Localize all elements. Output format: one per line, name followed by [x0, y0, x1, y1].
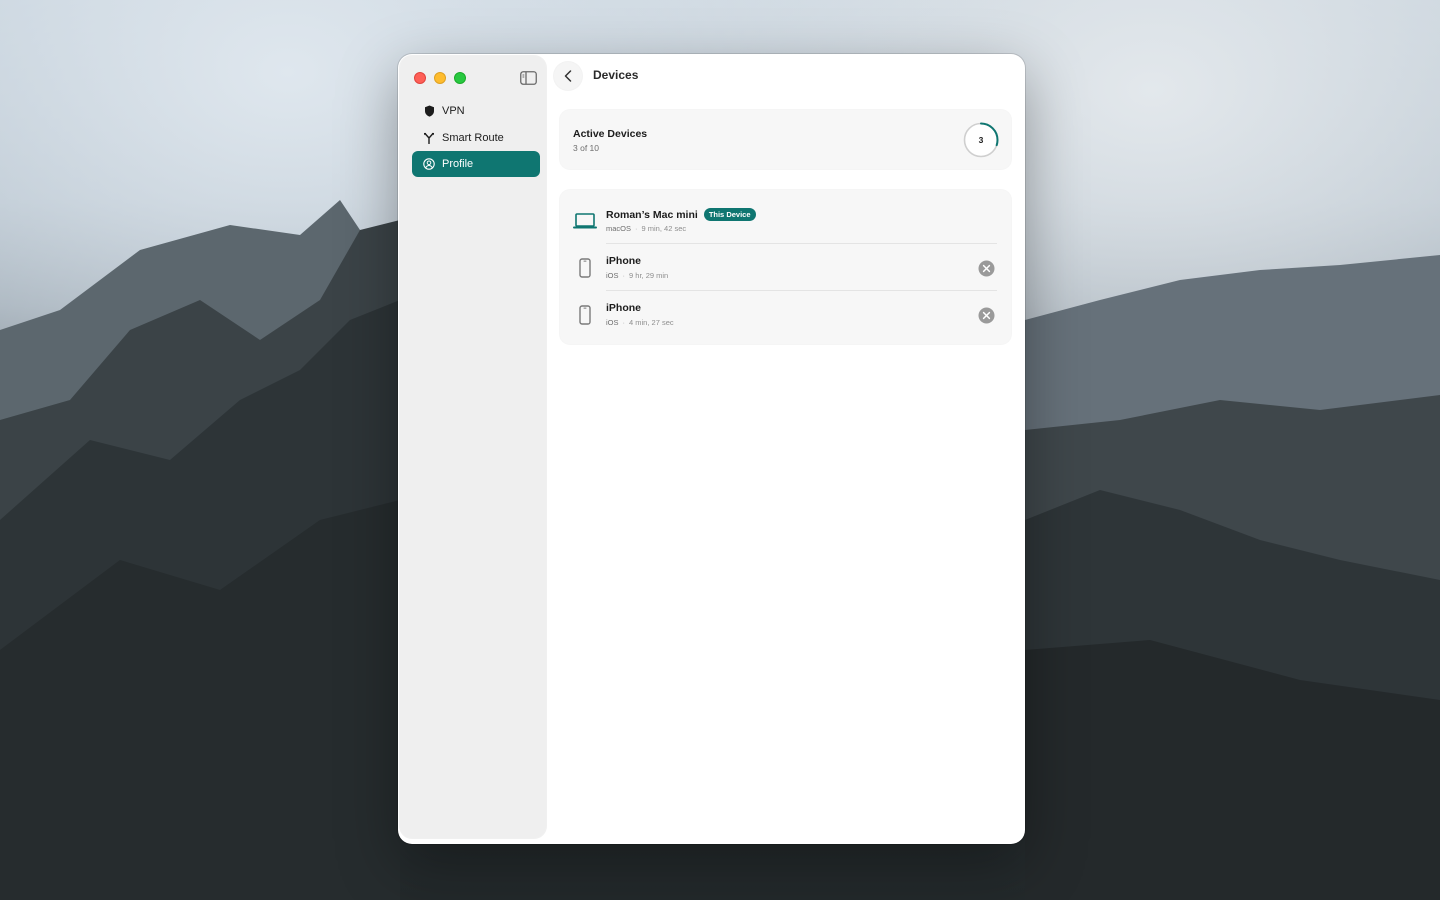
- remove-device-button[interactable]: [978, 260, 995, 277]
- sidebar-item-smart-route[interactable]: Smart Route: [412, 125, 540, 151]
- sidebar-item-profile[interactable]: Profile: [412, 151, 540, 177]
- sidebar-nav: VPN Smart Route Profile: [412, 98, 540, 178]
- page-title: Devices: [593, 68, 639, 82]
- sidebar-item-label: Profile: [442, 158, 474, 170]
- device-os: macOS: [606, 224, 632, 233]
- device-duration: 9 min, 42 sec: [641, 224, 687, 233]
- phone-icon: [572, 257, 598, 279]
- remove-device-button[interactable]: [978, 307, 995, 324]
- device-name: Roman’s Mac mini: [606, 209, 698, 221]
- device-name: iPhone: [606, 255, 642, 267]
- shield-icon: [422, 104, 436, 118]
- device-count: 3: [978, 135, 984, 145]
- this-device-badge: This Device: [703, 208, 756, 221]
- device-list: Roman’s Mac mini This Device macOS · 9 min,…: [560, 190, 1011, 344]
- route-split-icon: [422, 131, 436, 145]
- device-duration: 9 hr, 29 min: [629, 271, 669, 280]
- device-row: Roman’s Mac mini This Device macOS · 9 min,…: [560, 197, 1011, 244]
- sidebar-item-label: VPN: [442, 105, 465, 117]
- separator-dot: ·: [622, 271, 626, 280]
- sidebar-item-vpn[interactable]: VPN: [412, 98, 540, 124]
- close-window-button[interactable]: [414, 72, 426, 84]
- active-devices-title: Active Devices: [573, 128, 648, 140]
- sidebar: VPN Smart Route Profile: [400, 56, 546, 838]
- minimize-window-button[interactable]: [434, 72, 446, 84]
- device-os: iOS: [606, 271, 619, 280]
- device-name: iPhone: [606, 302, 642, 314]
- back-button[interactable]: [554, 62, 582, 90]
- active-devices-summary: 3 of 10: [573, 143, 599, 153]
- device-row: iPhone iOS · 9 hr, 29 min: [560, 244, 1011, 291]
- separator-dot: ·: [622, 318, 626, 327]
- zoom-window-button[interactable]: [454, 72, 466, 84]
- sidebar-item-label: Smart Route: [442, 131, 504, 144]
- main-content: Devices Active Devices 3 of 10 3 Roman’s…: [548, 54, 1025, 844]
- sidebar-toggle-icon[interactable]: [520, 71, 537, 85]
- device-os: iOS: [606, 318, 619, 327]
- app-window: VPN Smart Route Profile Devices Active D…: [398, 54, 1025, 844]
- device-duration: 4 min, 27 sec: [629, 318, 674, 327]
- chevron-left-icon: [564, 70, 572, 82]
- device-row: iPhone iOS · 4 min, 27 sec: [560, 291, 1011, 338]
- laptop-icon: [572, 210, 598, 232]
- separator-dot: ·: [635, 224, 638, 233]
- person-circle-icon: [422, 157, 436, 171]
- active-devices-card: Active Devices 3 of 10 3: [560, 110, 1011, 169]
- phone-icon: [572, 304, 598, 326]
